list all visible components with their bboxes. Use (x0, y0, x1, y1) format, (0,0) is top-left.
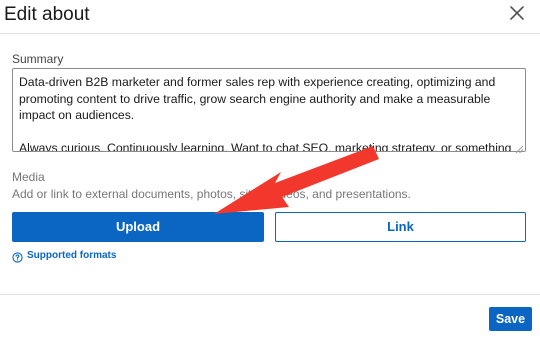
supported-formats-label: Supported formats (27, 249, 117, 261)
save-button[interactable]: Save (489, 307, 532, 331)
dialog-header: Edit about (0, 0, 540, 34)
edit-about-dialog: Edit about Summary Data-driven B2B marke… (0, 0, 540, 340)
media-description: Add or link to external documents, photo… (12, 187, 411, 201)
summary-label: Summary (12, 52, 64, 66)
upload-button[interactable]: Upload (12, 212, 264, 242)
supported-formats-link[interactable]: Supported formats (12, 248, 117, 263)
summary-textarea[interactable]: Data-driven B2B marketer and former sale… (12, 68, 526, 152)
resize-grip-icon[interactable] (515, 141, 524, 154)
dialog-title: Edit about (4, 4, 90, 25)
link-button[interactable]: Link (275, 212, 526, 242)
media-label: Media (12, 170, 45, 184)
question-circle-icon (12, 250, 23, 263)
footer-divider (0, 294, 540, 295)
close-icon[interactable] (506, 2, 528, 24)
